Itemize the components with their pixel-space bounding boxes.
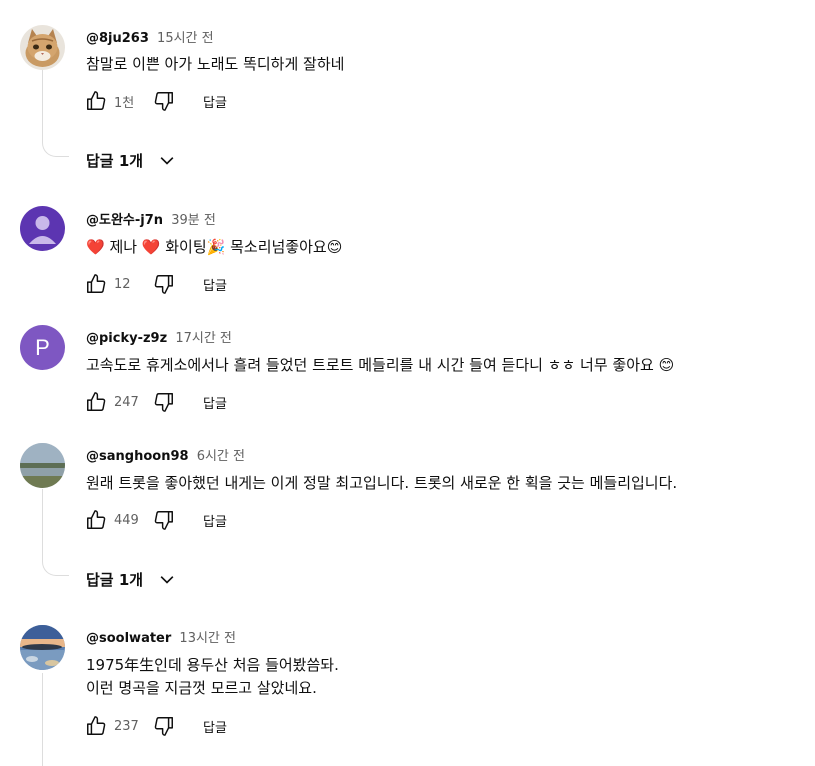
avatar[interactable] — [20, 443, 65, 488]
thumbs-up-icon — [87, 91, 106, 110]
thread-curve — [42, 142, 69, 157]
cat-avatar-icon — [20, 25, 65, 70]
default-user-icon — [20, 206, 65, 251]
timestamp[interactable]: 6시간 전 — [197, 449, 245, 464]
action-bar: 247 답글 — [84, 390, 227, 414]
avatar-letter: P — [35, 335, 50, 360]
thread-line — [42, 673, 59, 766]
thumbs-up-icon — [87, 510, 106, 529]
comment-text-line: 참말로 이쁜 아가 노래도 똑디하게 잘하네 — [86, 55, 345, 73]
author-name[interactable]: @picky-z9z — [86, 331, 167, 346]
like-button[interactable] — [84, 272, 108, 296]
like-button[interactable] — [84, 714, 108, 738]
like-count: 12 — [114, 276, 131, 292]
thread-line — [42, 70, 59, 142]
timestamp[interactable]: 13시간 전 — [179, 631, 236, 646]
replies-toggle[interactable]: 답글 1개 — [86, 569, 177, 590]
like-button[interactable] — [84, 508, 108, 532]
reply-button[interactable]: 답글 — [203, 275, 227, 294]
like-count: 449 — [114, 512, 139, 528]
replies-toggle-label: 답글 1개 — [86, 152, 144, 170]
thumbs-down-icon — [154, 717, 173, 736]
avatar[interactable] — [20, 25, 65, 70]
replies-toggle[interactable]: 답글 1개 — [86, 150, 177, 171]
avatar[interactable] — [20, 206, 65, 251]
avatar[interactable]: P — [20, 325, 65, 370]
comment-header: @sanghoon98 6시간 전 — [86, 445, 245, 464]
landscape-avatar-icon — [20, 443, 65, 488]
comment-text: 고속도로 휴게소에서나 흘려 들었던 트로트 메들리를 내 시간 들여 듣다니 … — [86, 354, 674, 377]
dislike-button[interactable] — [152, 390, 176, 414]
thumbs-up-icon — [87, 716, 106, 735]
dislike-button[interactable] — [152, 714, 176, 738]
like-count: 237 — [114, 718, 139, 734]
like-button[interactable] — [84, 89, 108, 113]
comment-text-line: 원래 트롯을 좋아했던 내게는 이게 정말 최고입니다. 트롯의 새로운 한 획… — [86, 474, 678, 492]
chevron-down-icon — [160, 575, 174, 584]
reply-button[interactable]: 답글 — [203, 92, 227, 111]
comment-text-line: ❤️ 제나 ❤️ 화이팅🎉 목소리넘좋아요😊 — [86, 238, 343, 256]
comment-text-line: 고속도로 휴게소에서나 흘려 들었던 트로트 메들리를 내 시간 들여 듣다니 … — [86, 356, 675, 374]
thumbs-down-icon — [154, 393, 173, 412]
thumbs-down-icon — [154, 92, 173, 111]
comment-text-line: 이런 명곡을 지금껏 모르고 살았네요. — [86, 679, 317, 697]
comment-text: ❤️ 제나 ❤️ 화이팅🎉 목소리넘좋아요😊 — [86, 236, 342, 259]
author-name[interactable]: @8ju263 — [86, 31, 149, 46]
comment-header: @8ju263 15시간 전 — [86, 27, 214, 46]
comment-text: 원래 트롯을 좋아했던 내게는 이게 정말 최고입니다. 트롯의 새로운 한 획… — [86, 472, 677, 495]
dislike-button[interactable] — [152, 272, 176, 296]
thumbs-up-icon — [87, 274, 106, 293]
comment-header: @picky-z9z 17시간 전 — [86, 327, 232, 346]
reply-button[interactable]: 답글 — [203, 393, 227, 412]
reply-button[interactable]: 답글 — [203, 717, 227, 736]
comment-header: @soolwater 13시간 전 — [86, 627, 236, 646]
dislike-button[interactable] — [152, 508, 176, 532]
comment-text: 1975年生인데 용두산 처음 들어봤씀돠. 이런 명곡을 지금껏 모르고 살았… — [86, 654, 339, 700]
thread-line — [42, 489, 59, 561]
timestamp[interactable]: 17시간 전 — [175, 331, 232, 346]
avatar[interactable] — [20, 625, 65, 670]
sunset-avatar-icon — [20, 625, 65, 670]
thumbs-up-icon — [87, 392, 106, 411]
thumbs-down-icon — [154, 275, 173, 294]
action-bar: 1천 답글 — [84, 89, 227, 113]
reply-button[interactable]: 답글 — [203, 511, 227, 530]
replies-toggle-label: 답글 1개 — [86, 571, 144, 589]
chevron-down-icon — [160, 156, 174, 165]
comment-header: @도완수-j7n 39분 전 — [86, 209, 216, 228]
thumbs-down-icon — [154, 511, 173, 530]
like-button[interactable] — [84, 390, 108, 414]
action-bar: 237 답글 — [84, 714, 227, 738]
thread-curve — [42, 561, 69, 576]
like-count: 1천 — [114, 95, 135, 111]
action-bar: 12 답글 — [84, 272, 227, 296]
comment-text: 참말로 이쁜 아가 노래도 똑디하게 잘하네 — [86, 53, 344, 76]
dislike-button[interactable] — [152, 89, 176, 113]
comment-text-line: 1975年生인데 용두산 처음 들어봤씀돠. — [86, 656, 339, 674]
timestamp[interactable]: 15시간 전 — [157, 31, 214, 46]
author-name[interactable]: @도완수-j7n — [86, 213, 163, 228]
author-name[interactable]: @soolwater — [86, 631, 171, 646]
author-name[interactable]: @sanghoon98 — [86, 449, 189, 464]
timestamp[interactable]: 39분 전 — [171, 213, 216, 228]
letter-avatar-icon: P — [20, 325, 65, 370]
like-count: 247 — [114, 394, 139, 410]
action-bar: 449 답글 — [84, 508, 227, 532]
